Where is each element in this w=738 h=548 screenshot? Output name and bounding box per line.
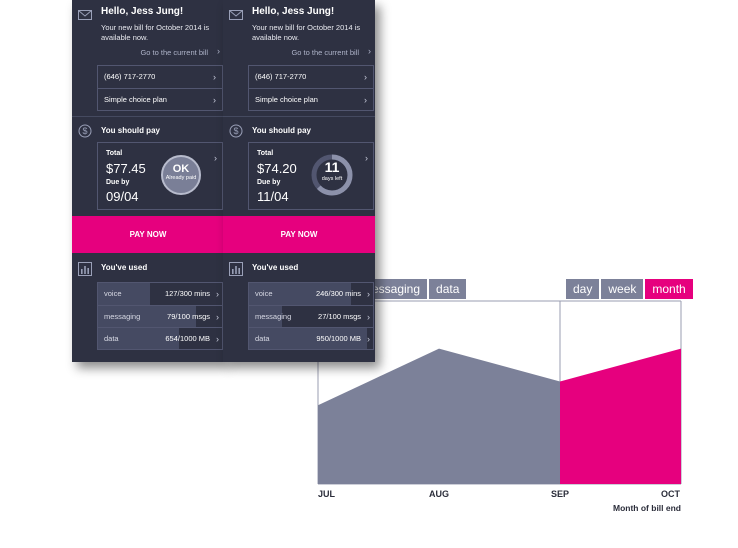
paid-status-badge: OK Already paid — [161, 155, 201, 195]
x-axis-title: Month of bill end — [613, 503, 681, 513]
section-divider — [72, 116, 224, 117]
total-label: Total — [106, 150, 123, 157]
usage-value: 127/300 mins — [164, 289, 210, 298]
usage-name: voice — [104, 289, 122, 298]
bill-message: Your new bill for October 2014 is availa… — [252, 23, 361, 42]
chevron-right-icon: › — [365, 153, 368, 163]
phone-number: (646) 717-2770 — [104, 72, 156, 81]
usage-value: 79/100 msgs — [167, 312, 210, 321]
usage-section-title: You've used — [252, 263, 299, 272]
usage-row-voice[interactable]: voice 246/300 mins › — [249, 283, 373, 305]
pay-now-button[interactable]: PAY NOW — [72, 216, 224, 253]
usage-name: data — [104, 334, 119, 343]
x-tick-jul: JUL — [318, 489, 336, 499]
svg-text:$: $ — [82, 126, 87, 136]
usage-row-messaging[interactable]: messaging 79/100 msgs › — [98, 305, 222, 327]
due-label: Due by — [106, 179, 130, 186]
x-tick-aug: AUG — [429, 489, 449, 499]
usage-value: 246/300 mins — [315, 289, 361, 298]
total-label: Total — [257, 150, 274, 157]
chevron-right-icon: › — [217, 46, 220, 56]
chevron-right-icon: › — [367, 289, 370, 299]
pay-section-title: You should pay — [252, 126, 311, 135]
current-bill-link[interactable]: Go to the current bill — [291, 48, 359, 57]
usage-value: 950/1000 MB — [316, 334, 361, 343]
usage-section-title: You've used — [101, 263, 148, 272]
total-amount: $74.20 — [257, 161, 297, 176]
chevron-right-icon: › — [213, 95, 216, 105]
usage-chart-icon — [78, 262, 92, 276]
phone-number-row[interactable]: (646) 717-2770 › — [249, 66, 373, 88]
bill-message: Your new bill for October 2014 is availa… — [101, 23, 210, 42]
due-date: 09/04 — [106, 189, 139, 204]
phone-screen-due: Hello, Jess Jung! Your new bill for Octo… — [223, 0, 375, 362]
chevron-right-icon: › — [216, 289, 219, 299]
current-bill-link[interactable]: Go to the current bill — [140, 48, 208, 57]
dollar-icon: $ — [229, 124, 243, 138]
account-box: (646) 717-2770 › Simple choice plan › — [97, 65, 223, 111]
usage-name: data — [255, 334, 270, 343]
section-divider — [223, 116, 375, 117]
chevron-right-icon: › — [216, 334, 219, 344]
pay-now-button[interactable]: PAY NOW — [223, 216, 375, 253]
due-label: Due by — [257, 179, 281, 186]
usage-name: messaging — [104, 312, 141, 321]
chevron-right-icon: › — [214, 153, 217, 163]
due-date: 11/04 — [257, 189, 289, 204]
chevron-right-icon: › — [216, 312, 219, 322]
chevron-right-icon: › — [368, 46, 371, 56]
mail-icon — [78, 10, 92, 20]
greeting: Hello, Jess Jung! — [252, 6, 335, 17]
phone-number: (646) 717-2770 — [255, 72, 307, 81]
phone-screen-paid: Hello, Jess Jung! Your new bill for Octo… — [72, 0, 224, 362]
svg-text:$: $ — [233, 126, 238, 136]
dollar-icon: $ — [78, 124, 92, 138]
account-box: (646) 717-2770 › Simple choice plan › — [248, 65, 374, 111]
total-amount: $77.45 — [106, 161, 146, 176]
current-usage-area — [560, 348, 681, 484]
phone-number-row[interactable]: (646) 717-2770 › — [98, 66, 222, 88]
usage-value: 654/1000 MB — [165, 334, 210, 343]
usage-row-messaging[interactable]: messaging 27/100 msgs › — [249, 305, 373, 327]
usage-name: messaging — [255, 312, 292, 321]
usage-chart-icon — [229, 262, 243, 276]
usage-list: voice 246/300 mins › messaging 27/100 ms… — [248, 282, 374, 350]
chevron-right-icon: › — [367, 312, 370, 322]
greeting: Hello, Jess Jung! — [101, 6, 184, 17]
usage-row-voice[interactable]: voice 127/300 mins › — [98, 283, 222, 305]
pay-summary-card[interactable]: Total $77.45 Due by 09/04 OK Already pai… — [97, 142, 223, 210]
badge-main: OK — [172, 163, 190, 175]
plan-row[interactable]: Simple choice plan › — [98, 88, 222, 110]
mail-icon — [229, 10, 243, 20]
x-tick-oct: OCT — [661, 489, 680, 499]
usage-list: voice 127/300 mins › messaging 79/100 ms… — [97, 282, 223, 350]
badge-sub: days left — [321, 176, 343, 182]
plan-row[interactable]: Simple choice plan › — [249, 88, 373, 110]
chevron-right-icon: › — [364, 72, 367, 82]
x-tick-sep: SEP — [551, 489, 570, 499]
usage-row-data[interactable]: data 654/1000 MB › — [98, 327, 222, 349]
days-left-ring: 11 days left — [310, 153, 354, 197]
chevron-right-icon: › — [367, 334, 370, 344]
pay-section-title: You should pay — [101, 126, 160, 135]
badge-main: 11 — [324, 159, 340, 175]
badge-sub: Already paid — [165, 175, 197, 181]
plan-name: Simple choice plan — [104, 95, 167, 104]
past-usage-area — [318, 348, 560, 484]
plan-name: Simple choice plan — [255, 95, 318, 104]
chevron-right-icon: › — [213, 72, 216, 82]
usage-row-data[interactable]: data 950/1000 MB › — [249, 327, 373, 349]
usage-name: voice — [255, 289, 273, 298]
pay-summary-card[interactable]: Total $74.20 Due by 11/04 11 days left › — [248, 142, 374, 210]
usage-value: 27/100 msgs — [318, 312, 361, 321]
chevron-right-icon: › — [364, 95, 367, 105]
